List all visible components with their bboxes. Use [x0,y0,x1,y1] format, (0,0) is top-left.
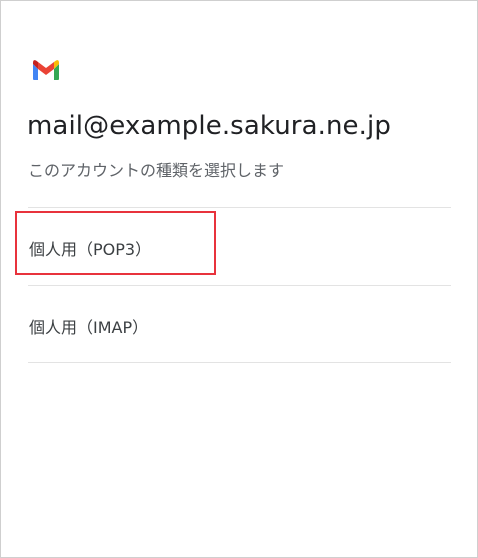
gmail-icon [33,60,59,80]
divider [28,362,451,363]
account-email: mail@example.sakura.ne.jp [27,111,391,141]
option-imap[interactable]: 個人用（IMAP） [28,286,451,362]
highlight-box [15,211,216,275]
option-imap-label: 個人用（IMAP） [29,318,149,337]
account-type-prompt: このアカウントの種類を選択します [28,161,285,180]
setup-screen: mail@example.sakura.ne.jp このアカウントの種類を選択し… [0,0,478,558]
